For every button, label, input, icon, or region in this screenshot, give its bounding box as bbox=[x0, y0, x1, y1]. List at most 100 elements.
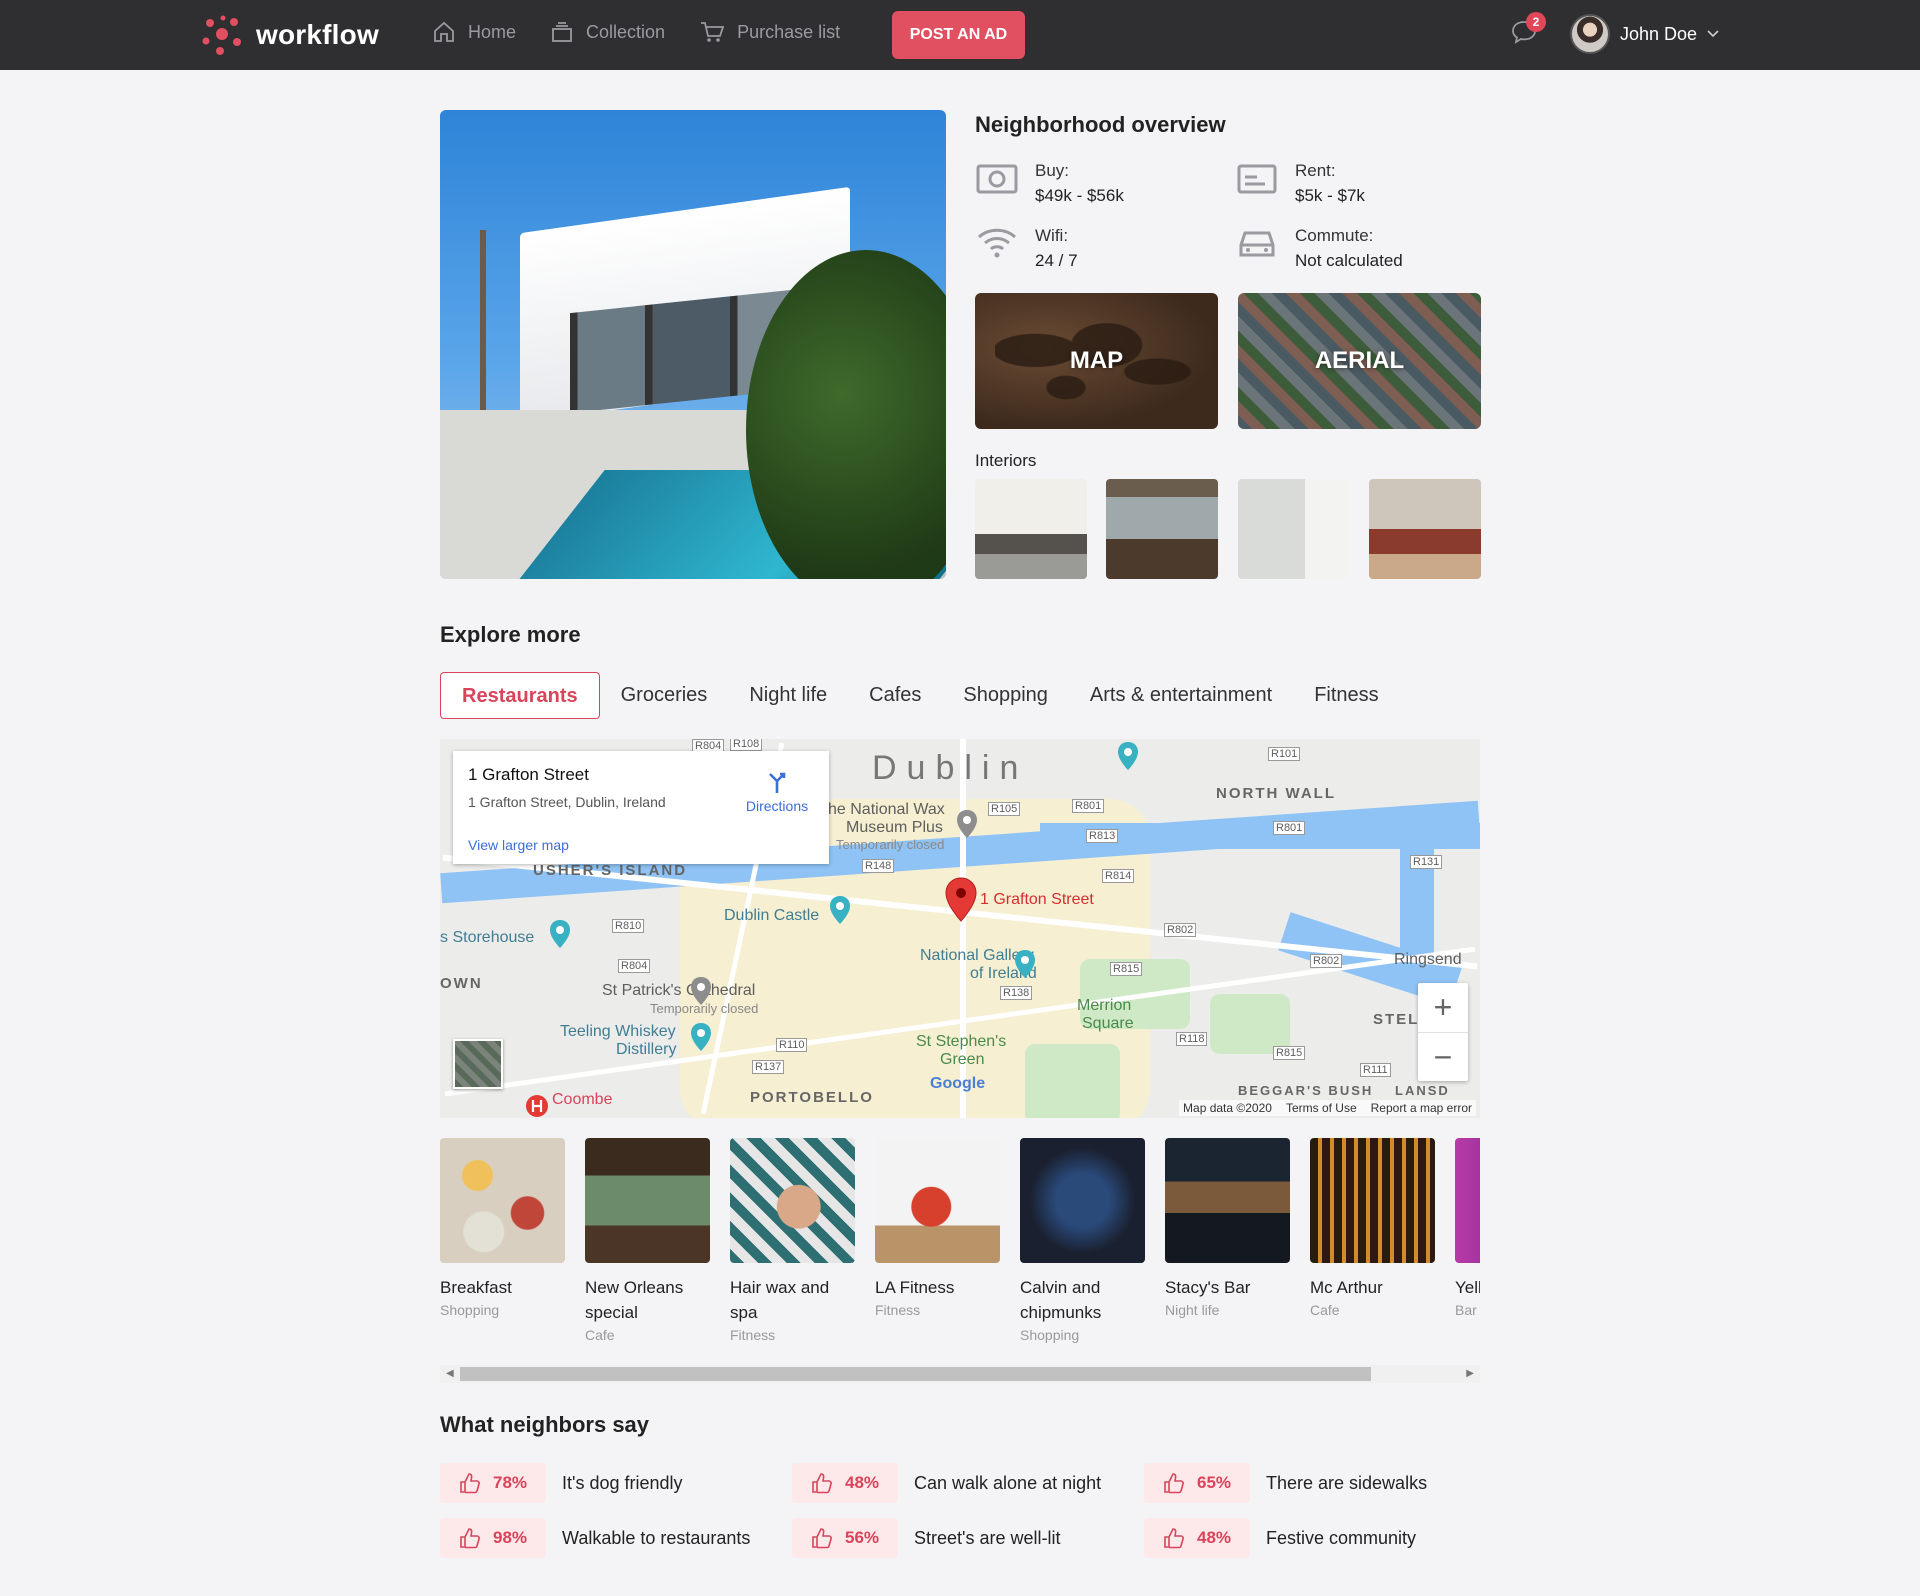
place-name: Breakfast bbox=[440, 1278, 512, 1297]
avatar bbox=[1570, 14, 1610, 54]
scroll-left-icon[interactable]: ◀ bbox=[446, 1368, 454, 1379]
neighbor-stat: 78% It's dog friendly bbox=[440, 1463, 683, 1503]
interior-thumb-4[interactable] bbox=[1369, 479, 1481, 579]
tab-cafes[interactable]: Cafes bbox=[848, 672, 942, 719]
place-card[interactable]: New Orleans special Cafe bbox=[585, 1138, 710, 1343]
map-pin-label: 1 Grafton Street bbox=[980, 891, 1094, 908]
poi-marker-icon[interactable] bbox=[689, 1022, 713, 1052]
percent-value: 56% bbox=[844, 1528, 880, 1547]
nav-collection[interactable]: Collection bbox=[550, 20, 665, 44]
place-name: Stacy's Bar bbox=[1165, 1278, 1251, 1297]
zoom-controls: + − bbox=[1418, 983, 1468, 1081]
place-image bbox=[730, 1138, 855, 1263]
overview-buy: Buy: $49k - $56k bbox=[975, 158, 1124, 208]
road-badge: R111 bbox=[1360, 1063, 1391, 1077]
tab-groceries[interactable]: Groceries bbox=[600, 672, 729, 719]
tab-shopping[interactable]: Shopping bbox=[942, 672, 1069, 719]
post-ad-button[interactable]: POST AN AD bbox=[892, 11, 1025, 59]
poi-marker-icon[interactable] bbox=[955, 809, 979, 839]
user-menu[interactable]: John Doe bbox=[1570, 14, 1719, 54]
scrollbar-thumb[interactable] bbox=[460, 1367, 1371, 1381]
neighbor-statement: It's dog friendly bbox=[562, 1472, 683, 1493]
percent-value: 98% bbox=[492, 1528, 528, 1547]
road-badge: R815 bbox=[1110, 962, 1143, 976]
nav-purchase-list[interactable]: Purchase list bbox=[699, 20, 840, 44]
map-label-stephens1: St Stephen's bbox=[916, 1033, 1007, 1050]
map-label-ringsend: Ringsend bbox=[1394, 951, 1462, 968]
zoom-out-button[interactable]: − bbox=[1418, 1032, 1468, 1081]
map-label-city: Dublin bbox=[872, 749, 1029, 787]
road-badge: R813 bbox=[1086, 829, 1119, 843]
terms-link[interactable]: Terms of Use bbox=[1286, 1101, 1357, 1115]
road-badge: R101 bbox=[1268, 747, 1301, 761]
rent-value: $5k - $7k bbox=[1295, 186, 1365, 205]
user-name: John Doe bbox=[1620, 23, 1698, 44]
poi-marker-icon[interactable] bbox=[828, 895, 852, 925]
scroll-right-icon[interactable]: ▶ bbox=[1466, 1368, 1474, 1379]
tab-arts-entertainment[interactable]: Arts & entertainment bbox=[1069, 672, 1293, 719]
tab-fitness[interactable]: Fitness bbox=[1293, 672, 1399, 719]
neighborhood-map[interactable]: Dublin NORTH WALL USHER'S ISLAND he Nati… bbox=[440, 739, 1480, 1118]
place-name: Mc Arthur bbox=[1310, 1278, 1383, 1297]
thumbs-up-icon bbox=[812, 1528, 832, 1549]
directions-button[interactable]: Directions bbox=[737, 769, 817, 814]
directions-label: Directions bbox=[745, 798, 809, 814]
place-card[interactable]: Mc Arthur Cafe bbox=[1310, 1138, 1435, 1318]
aerial-tile-label: AERIAL bbox=[1314, 347, 1405, 374]
interior-thumb-1[interactable] bbox=[975, 479, 1087, 579]
neighbor-stat: 65% There are sidewalks bbox=[1144, 1463, 1427, 1503]
location-pin-icon[interactable] bbox=[944, 877, 978, 923]
nav-home-label: Home bbox=[468, 21, 517, 42]
poi-marker-icon[interactable] bbox=[1116, 741, 1140, 771]
wifi-label: Wifi: bbox=[1035, 226, 1069, 245]
aerial-tile[interactable]: AERIAL bbox=[1238, 293, 1481, 429]
neighbor-statement: Festive community bbox=[1266, 1527, 1417, 1548]
hospital-icon[interactable] bbox=[525, 1094, 549, 1118]
wifi-icon bbox=[977, 228, 1017, 258]
map-label-coombe: Coombe bbox=[552, 1091, 613, 1108]
brand-logo[interactable]: workflow bbox=[200, 14, 379, 56]
report-error-link[interactable]: Report a map error bbox=[1371, 1101, 1472, 1115]
wifi-value: 24 / 7 bbox=[1035, 251, 1078, 270]
interior-thumb-2[interactable] bbox=[1106, 479, 1218, 579]
tab-restaurants[interactable]: Restaurants bbox=[440, 672, 600, 719]
overview-title: Neighborhood overview bbox=[975, 112, 1226, 137]
poi-marker-icon[interactable] bbox=[1013, 949, 1037, 979]
road-badge: R118 bbox=[1176, 1032, 1208, 1046]
map-label-stel: STEL bbox=[1373, 1011, 1420, 1028]
zoom-in-button[interactable]: + bbox=[1418, 983, 1468, 1032]
car-icon bbox=[1239, 231, 1275, 257]
chevron-down-icon bbox=[1707, 30, 1719, 38]
map-label-usher: USHER'S ISLAND bbox=[533, 862, 688, 879]
place-image bbox=[875, 1138, 1000, 1263]
place-card[interactable]: Stacy's Bar Night life bbox=[1165, 1138, 1290, 1318]
map-park-merrion bbox=[1210, 994, 1290, 1054]
percent-pill: 56% bbox=[792, 1518, 898, 1558]
tab-night-life[interactable]: Night life bbox=[728, 672, 848, 719]
poi-marker-icon[interactable] bbox=[548, 919, 572, 949]
messages-button[interactable]: 2 bbox=[1510, 12, 1546, 51]
property-photo[interactable] bbox=[440, 110, 946, 579]
place-name: Calvin and chipmunks bbox=[1020, 1278, 1102, 1322]
map-label-google: Google bbox=[930, 1075, 986, 1092]
place-category: Bar bbox=[1455, 1302, 1477, 1318]
road-badge: R815 bbox=[1273, 1046, 1306, 1060]
carousel-scrollbar[interactable]: ◀ ▶ bbox=[440, 1365, 1480, 1383]
place-card[interactable]: Breakfast Shopping bbox=[440, 1138, 565, 1318]
place-card[interactable]: Hair wax and spa Fitness bbox=[730, 1138, 855, 1343]
view-larger-map-link[interactable]: View larger map bbox=[468, 837, 569, 853]
place-card[interactable]: LA Fitness Fitness bbox=[875, 1138, 1000, 1318]
map-tile[interactable]: MAP bbox=[975, 293, 1218, 429]
commute-value: Not calculated bbox=[1295, 251, 1403, 270]
interior-thumb-3[interactable] bbox=[1238, 479, 1350, 579]
nav-home[interactable]: Home bbox=[432, 20, 516, 44]
satellite-toggle[interactable] bbox=[453, 1039, 503, 1089]
map-footer: Map data ©2020 Terms of Use Report a map… bbox=[1179, 1100, 1476, 1116]
poi-marker-icon[interactable] bbox=[689, 976, 713, 1006]
road-badge: R108 bbox=[730, 739, 763, 751]
neighbor-stat: 98% Walkable to restaurants bbox=[440, 1518, 750, 1558]
money-icon bbox=[976, 164, 1018, 194]
place-card[interactable]: Yell Bar bbox=[1455, 1138, 1480, 1318]
place-card[interactable]: Calvin and chipmunks Shopping bbox=[1020, 1138, 1145, 1343]
map-label-north-wall: NORTH WALL bbox=[1216, 785, 1336, 802]
